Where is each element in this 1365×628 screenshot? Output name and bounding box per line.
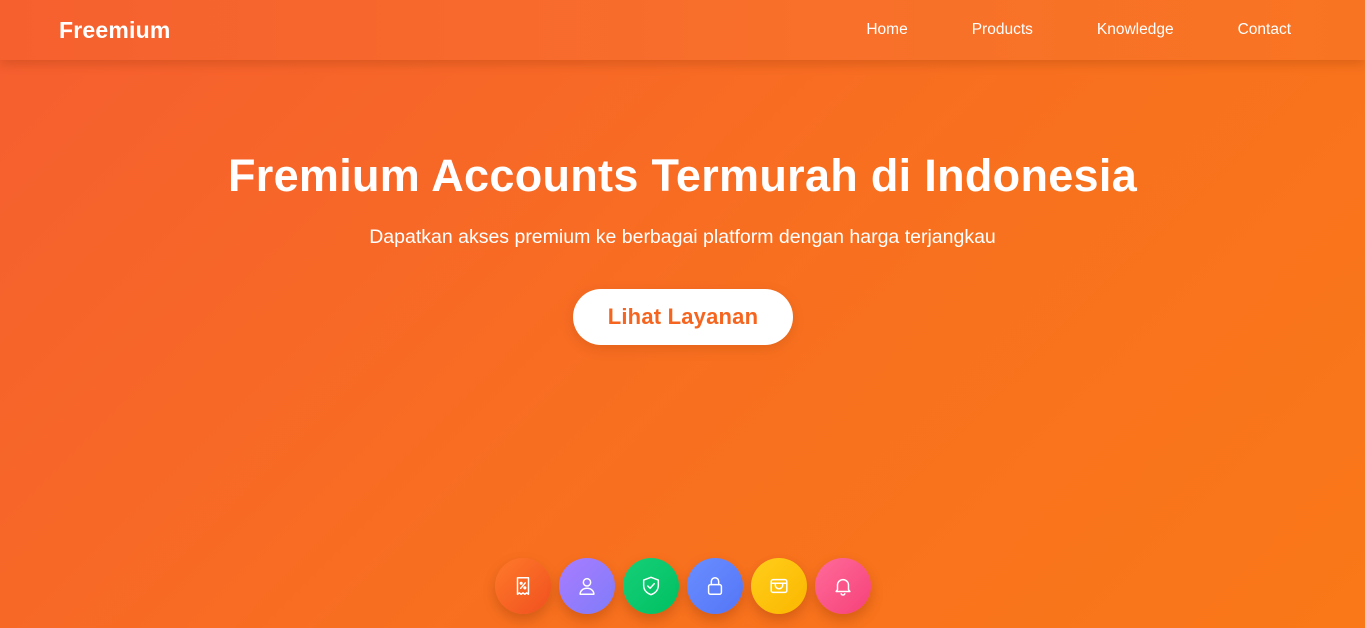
- shield-check-icon[interactable]: [623, 558, 679, 614]
- wallet-icon[interactable]: [751, 558, 807, 614]
- nav-link-contact[interactable]: Contact: [1238, 21, 1291, 39]
- feature-icon-row: [495, 558, 871, 614]
- navbar: Freemium Home Products Knowledge Contact: [0, 0, 1365, 60]
- nav-link-knowledge[interactable]: Knowledge: [1097, 21, 1174, 39]
- user-icon[interactable]: [559, 558, 615, 614]
- brand-logo[interactable]: Freemium: [59, 17, 171, 43]
- nav-links: Home Products Knowledge Contact: [866, 0, 1291, 60]
- view-services-label: Lihat Layanan: [607, 304, 759, 329]
- nav-link-home[interactable]: Home: [866, 21, 907, 39]
- lock-icon[interactable]: [687, 558, 743, 614]
- discount-receipt-icon[interactable]: [495, 558, 551, 614]
- landing-page: Freemium Home Products Knowledge Contact…: [0, 0, 1365, 628]
- bell-icon[interactable]: [815, 558, 871, 614]
- view-services-button[interactable]: Lihat Layanan: [573, 289, 793, 345]
- nav-link-products[interactable]: Products: [972, 21, 1033, 39]
- hero-title: Fremium Accounts Termurah di Indonesia: [227, 150, 1138, 201]
- hero-subtitle: Dapatkan akses premium ke berbagai platf…: [369, 226, 996, 248]
